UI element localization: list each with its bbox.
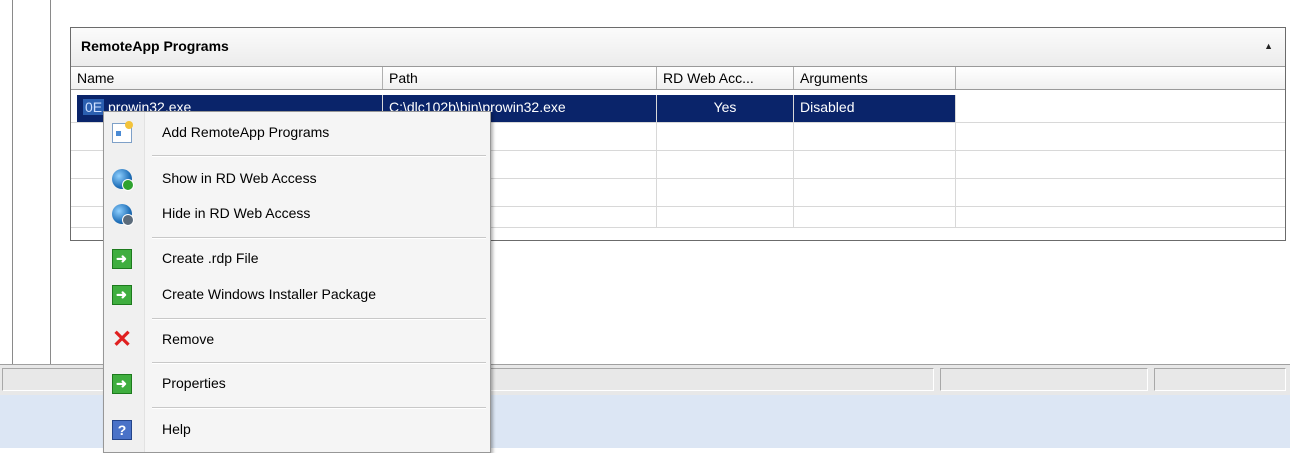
panel-title: RemoteApp Programs xyxy=(81,38,229,54)
green-arrow-icon xyxy=(112,374,132,394)
menu-separator xyxy=(152,237,486,239)
status-segment xyxy=(940,368,1148,391)
empty-cell xyxy=(657,123,794,150)
help-icon: ? xyxy=(112,420,132,440)
panel-header: RemoteApp Programs ▲ xyxy=(71,28,1285,67)
globe-hide-icon xyxy=(112,204,134,226)
menu-item-label: Create Windows Installer Package xyxy=(162,286,376,302)
empty-cell xyxy=(657,151,794,178)
menu-separator xyxy=(152,407,486,409)
green-arrow-icon xyxy=(112,285,132,305)
menu-item-add-remoteapp-programs[interactable]: Add RemoteApp Programs xyxy=(104,117,488,149)
menu-item-label: Help xyxy=(162,421,191,437)
menu-item-remove[interactable]: ✕ Remove xyxy=(104,324,488,356)
column-header-path[interactable]: Path xyxy=(383,67,657,89)
globe-show-icon xyxy=(112,169,134,191)
menu-item-label: Hide in RD Web Access xyxy=(162,205,311,221)
cell-arguments: Disabled xyxy=(794,95,956,122)
column-header-rd-web-access[interactable]: RD Web Acc... xyxy=(657,67,794,89)
menu-item-properties[interactable]: Properties xyxy=(104,368,488,400)
empty-cell xyxy=(657,207,794,227)
column-header-arguments[interactable]: Arguments xyxy=(794,67,956,89)
empty-cell xyxy=(794,179,956,206)
left-pane-divider xyxy=(50,0,51,364)
menu-separator xyxy=(152,155,486,157)
empty-cell xyxy=(794,123,956,150)
menu-item-hide-in-rd-web-access[interactable]: Hide in RD Web Access xyxy=(104,198,488,230)
menu-item-label: Add RemoteApp Programs xyxy=(162,124,330,140)
empty-cell xyxy=(794,151,956,178)
menu-item-help[interactable]: ? Help xyxy=(104,414,488,446)
green-arrow-icon xyxy=(112,249,132,269)
menu-separator xyxy=(152,318,486,320)
empty-cell xyxy=(794,207,956,227)
context-menu: Add RemoteApp Programs Show in RD Web Ac… xyxy=(103,111,491,453)
add-remoteapp-icon xyxy=(112,121,133,143)
menu-item-show-in-rd-web-access[interactable]: Show in RD Web Access xyxy=(104,163,488,195)
status-segment xyxy=(1154,368,1286,391)
menu-item-create-windows-installer-package[interactable]: Create Windows Installer Package xyxy=(104,279,488,311)
column-header-row: Name Path RD Web Acc... Arguments xyxy=(71,67,1285,90)
menu-item-label: Create .rdp File xyxy=(162,250,259,266)
menu-item-label: Show in RD Web Access xyxy=(162,170,317,186)
remove-x-icon: ✕ xyxy=(112,326,133,353)
left-pane-edge xyxy=(12,0,13,364)
cell-rd-web-access: Yes xyxy=(657,95,794,122)
menu-item-create-rdp-file[interactable]: Create .rdp File xyxy=(104,243,488,275)
menu-item-label: Remove xyxy=(162,331,215,347)
program-icon: 0E xyxy=(83,99,105,115)
menu-item-label: Properties xyxy=(162,375,226,391)
column-header-name[interactable]: Name xyxy=(71,67,383,89)
empty-cell xyxy=(657,179,794,206)
collapse-arrow-icon[interactable]: ▲ xyxy=(1264,41,1273,51)
menu-separator xyxy=(152,362,486,364)
